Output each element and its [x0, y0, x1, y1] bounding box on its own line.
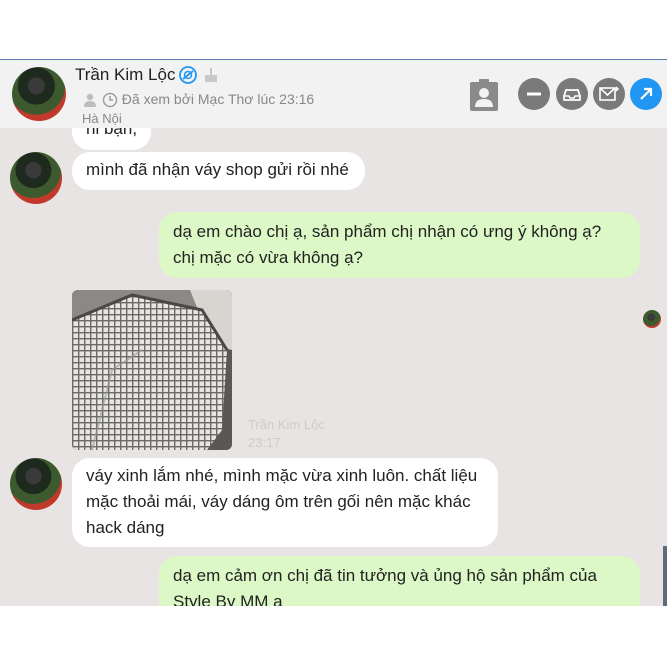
seen-status-text: Đã xem bởi Mạc Thơ lúc 23:16 — [121, 91, 315, 107]
message-list[interactable]: hi bạn, mình đã nhận váy shop gửi rồi nh… — [0, 128, 667, 606]
minus-icon — [527, 92, 541, 96]
dress-photo-image — [72, 290, 232, 450]
message-text: hi bạn, — [86, 128, 138, 138]
inbox-button[interactable] — [556, 78, 588, 110]
mail-forward-icon — [599, 86, 619, 101]
inbox-icon — [563, 89, 581, 101]
message-text: dạ em chào chị ạ, sản phẩm chị nhận có ư… — [173, 222, 602, 267]
person-card-icon[interactable] — [468, 78, 500, 112]
message-bubble-incoming: mình đã nhận váy shop gửi rồi nhé — [72, 152, 365, 190]
minimize-button[interactable] — [518, 78, 550, 110]
message-text: dạ em cảm ơn chị đã tin tưởng và ủng hộ … — [173, 566, 597, 606]
arrow-up-right-icon — [640, 87, 653, 100]
shared-photo[interactable] — [72, 290, 232, 450]
message-bubble-incoming: váy xinh lắm nhé, mình mặc vừa xinh luôn… — [72, 458, 498, 547]
contact-location: Hà Nội — [82, 111, 122, 126]
message-text: mình đã nhận váy shop gửi rồi nhé — [86, 160, 349, 179]
contact-avatar[interactable] — [12, 67, 66, 121]
message-bubble-outgoing: dạ em cảm ơn chị đã tin tưởng và ủng hộ … — [159, 556, 640, 606]
birthday-cake-icon — [205, 67, 217, 82]
clock-icon — [102, 93, 118, 108]
message-text: váy xinh lắm nhé, mình mặc vừa xinh luôn… — [86, 466, 478, 537]
sender-avatar[interactable] — [10, 458, 62, 510]
scrollbar-thumb[interactable] — [663, 546, 667, 606]
forward-mail-button[interactable] — [593, 78, 625, 110]
seen-status-row: Đã xem bởi Mạc Thơ lúc 23:16 — [82, 91, 314, 109]
person-icon — [84, 94, 96, 108]
sender-avatar[interactable] — [10, 152, 62, 204]
photo-sender-caption: Trần Kim Lộc — [248, 417, 325, 432]
contact-name[interactable]: Trần Kim Lộc — [75, 65, 175, 85]
message-bubble-incoming: hi bạn, — [72, 128, 152, 150]
verified-icon — [179, 66, 197, 84]
photo-time-caption: 23:17 — [248, 435, 281, 450]
message-bubble-outgoing: dạ em chào chị ạ, sản phẩm chị nhận có ư… — [159, 212, 640, 278]
seen-indicator-avatar — [643, 310, 661, 328]
open-conversation-button[interactable] — [630, 78, 662, 110]
